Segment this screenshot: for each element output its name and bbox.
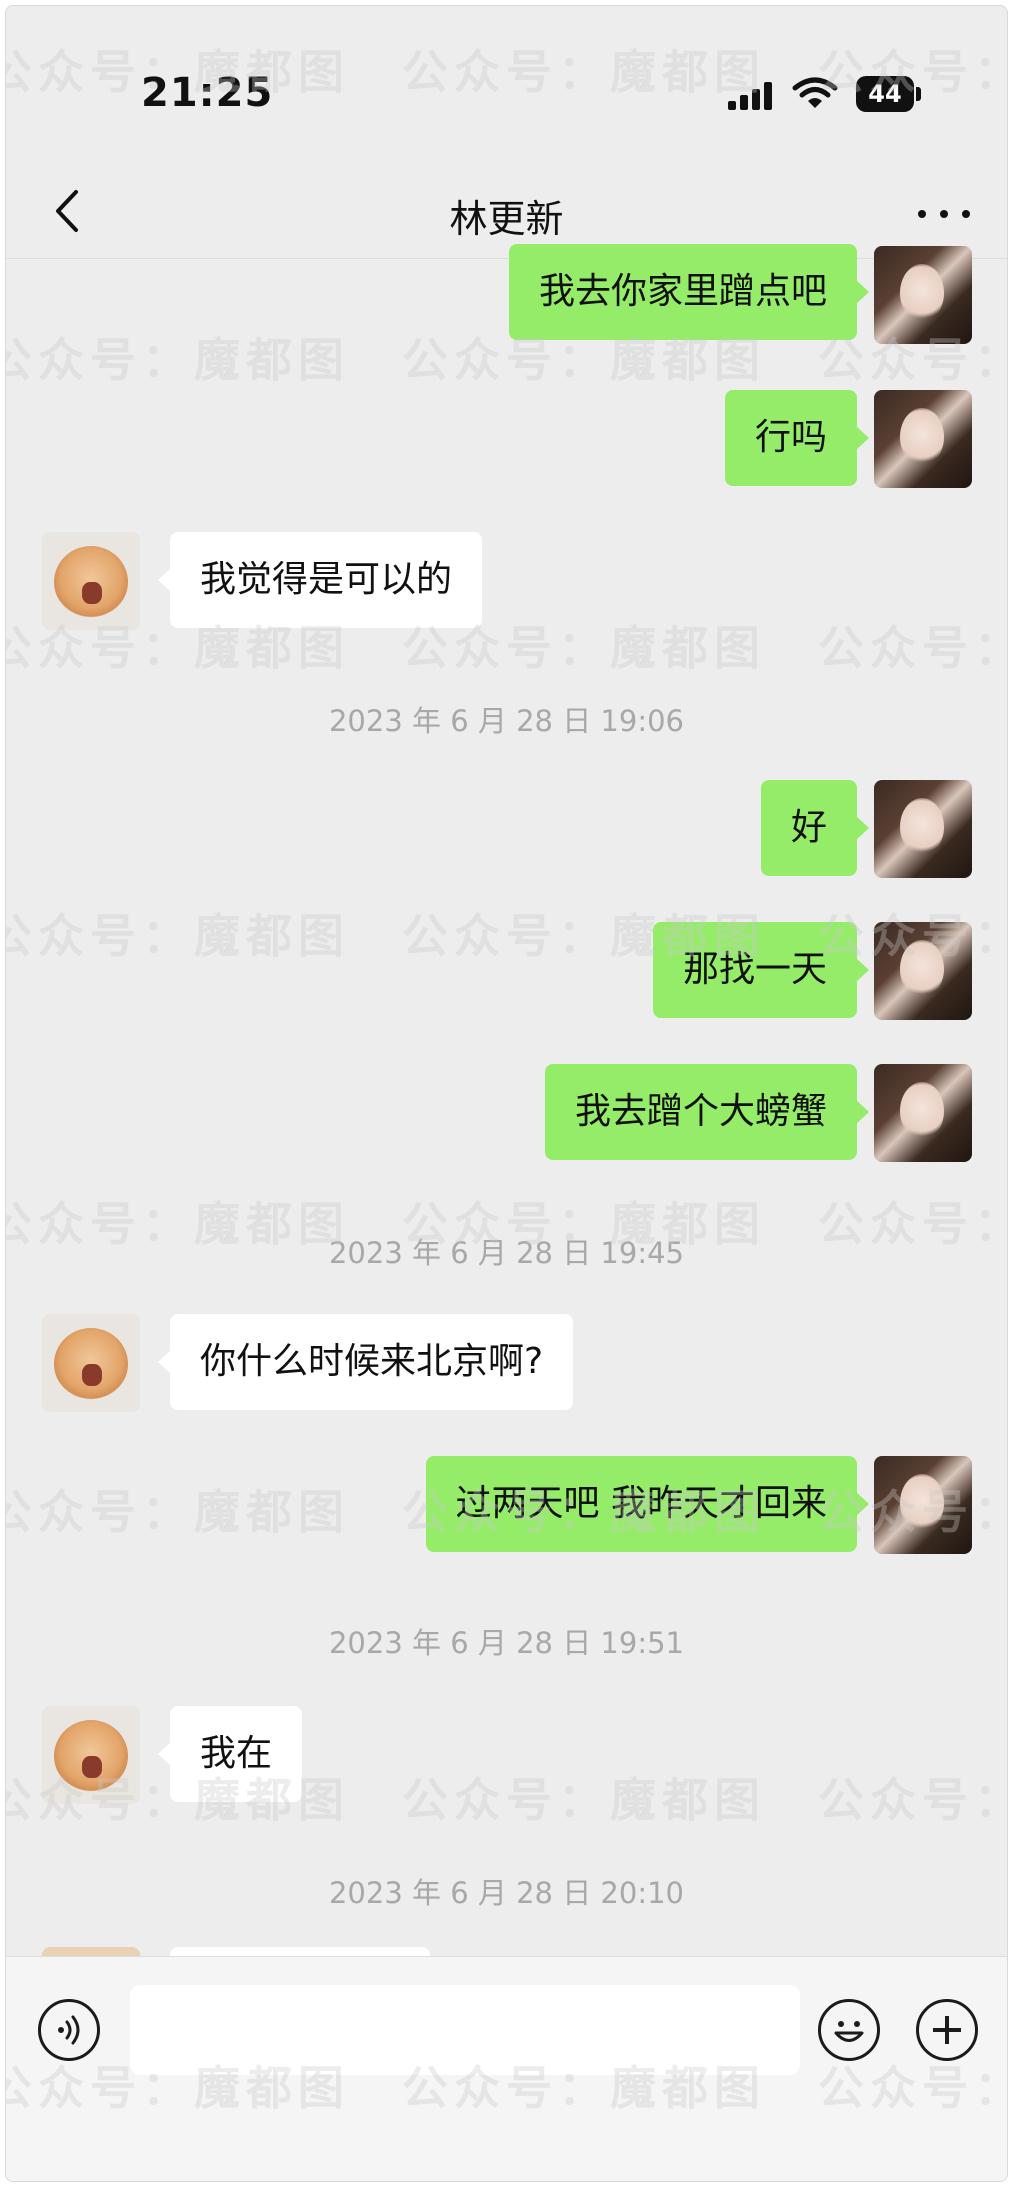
message-bubble-outgoing[interactable]: 我去蹭个大螃蟹	[544, 1064, 870, 1160]
plus-icon[interactable]	[916, 1999, 978, 2061]
message-bubble-incoming[interactable]: 你什么时候来北京啊?	[157, 1314, 574, 1410]
signal-icon	[728, 82, 772, 110]
contact-avatar[interactable]	[42, 532, 140, 630]
input-bar	[6, 1956, 1007, 2181]
battery-level: 44	[856, 76, 914, 112]
my-avatar[interactable]	[874, 922, 972, 1020]
voice-icon[interactable]	[38, 1999, 100, 2061]
status-time: 21:25	[141, 70, 274, 116]
message-bubble-incoming[interactable]: 我在	[157, 1706, 303, 1802]
message-input[interactable]	[130, 1985, 800, 2075]
contact-avatar[interactable]	[42, 1314, 140, 1412]
my-avatar[interactable]	[874, 390, 972, 488]
battery-icon	[916, 87, 921, 101]
more-dots-icon[interactable]	[914, 194, 974, 234]
emoji-icon[interactable]	[818, 1999, 880, 2061]
chat-header: 林更新	[6, 166, 1007, 259]
timestamp-separator: 2023 年 6 月 28 日 20:10	[328, 1876, 685, 1910]
my-avatar[interactable]	[874, 1064, 972, 1162]
timestamp-separator: 2023 年 6 月 28 日 19:45	[328, 1236, 685, 1270]
message-bubble-incoming[interactable]: 我觉得是可以的	[157, 532, 483, 628]
timestamp-separator: 2023 年 6 月 28 日 19:06	[328, 704, 685, 738]
message-bubble-outgoing[interactable]: 过两天吧 我昨天才回来	[425, 1456, 870, 1552]
contact-avatar[interactable]	[42, 1706, 140, 1804]
message-bubble-outgoing[interactable]: 我去你家里蹭点吧	[508, 244, 870, 340]
wifi-icon	[792, 77, 838, 108]
my-avatar[interactable]	[874, 246, 972, 344]
message-bubble-outgoing[interactable]: 行吗	[724, 390, 870, 486]
chat-screen: 21:25 44 林更新 我去你家里蹭点吧 行吗 我觉得是可以的 2023 年 …	[5, 5, 1008, 2182]
message-bubble-outgoing[interactable]: 好	[760, 780, 870, 876]
chat-title: 林更新	[449, 197, 564, 241]
timestamp-separator: 2023 年 6 月 28 日 19:51	[328, 1626, 685, 1660]
message-bubble-outgoing[interactable]: 那找一天	[652, 922, 870, 1018]
my-avatar[interactable]	[874, 780, 972, 878]
my-avatar[interactable]	[874, 1456, 972, 1554]
